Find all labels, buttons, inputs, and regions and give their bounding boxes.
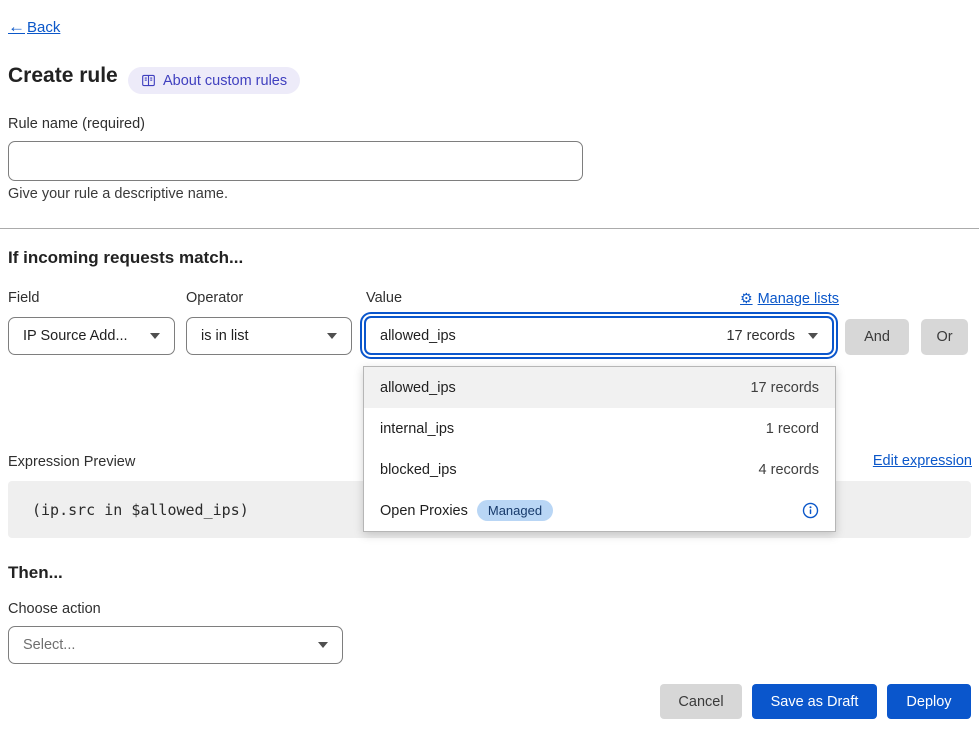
value-select-records: 17 records	[726, 328, 795, 344]
expression-code: (ip.src in $allowed_ips)	[32, 501, 249, 519]
chevron-down-icon	[808, 333, 818, 339]
list-item-blocked-ips[interactable]: blocked_ips 4 records	[364, 449, 835, 490]
list-item-name: internal_ips	[380, 421, 454, 437]
list-item-records: 4 records	[759, 462, 819, 478]
manage-lists-label: Manage lists	[758, 291, 839, 307]
manage-lists-link[interactable]: ⚙ Manage lists	[740, 290, 839, 307]
list-item-internal-ips[interactable]: internal_ips 1 record	[364, 408, 835, 449]
expression-preview-label: Expression Preview	[8, 454, 135, 470]
list-item-name: Open Proxies	[380, 503, 468, 519]
book-icon	[141, 73, 156, 88]
operator-select-value: is in list	[201, 328, 249, 344]
action-select[interactable]: Select...	[8, 626, 343, 664]
rule-name-label: Rule name (required)	[8, 116, 145, 132]
edit-expression-link[interactable]: Edit expression	[873, 453, 972, 469]
cancel-button[interactable]: Cancel	[660, 684, 742, 719]
info-icon[interactable]	[802, 502, 819, 519]
section-divider	[0, 228, 979, 229]
chevron-down-icon	[327, 333, 337, 339]
operator-select[interactable]: is in list	[186, 317, 352, 355]
rule-name-input[interactable]	[8, 141, 583, 181]
list-item-allowed-ips[interactable]: allowed_ips 17 records	[364, 367, 835, 408]
value-select-value: allowed_ips	[380, 328, 456, 344]
field-select[interactable]: IP Source Add...	[8, 317, 175, 355]
and-button[interactable]: And	[845, 319, 909, 355]
list-item-name: blocked_ips	[380, 462, 457, 478]
list-item-records: 17 records	[750, 380, 819, 396]
deploy-button[interactable]: Deploy	[887, 684, 971, 719]
operator-label: Operator	[186, 290, 243, 306]
create-rule-page: ← Back Create rule About custom rules Ru…	[0, 0, 979, 739]
or-button[interactable]: Or	[921, 319, 968, 355]
list-dropdown-panel: allowed_ips 17 records internal_ips 1 re…	[363, 366, 836, 532]
chevron-down-icon	[318, 642, 328, 648]
field-select-value: IP Source Add...	[23, 328, 128, 344]
field-label: Field	[8, 290, 39, 306]
match-section-heading: If incoming requests match...	[8, 248, 243, 268]
action-select-placeholder: Select...	[23, 637, 75, 653]
page-title: Create rule	[8, 64, 118, 88]
back-link[interactable]: ← Back	[8, 17, 60, 37]
list-item-records: 1 record	[766, 421, 819, 437]
managed-badge: Managed	[477, 500, 553, 521]
back-arrow-icon: ←	[8, 17, 25, 37]
about-badge-label: About custom rules	[163, 73, 287, 89]
rule-name-helper: Give your rule a descriptive name.	[8, 186, 228, 202]
list-item-name: allowed_ips	[380, 380, 456, 396]
list-item-open-proxies[interactable]: Open Proxies Managed	[364, 490, 835, 531]
then-section-heading: Then...	[8, 563, 63, 583]
about-custom-rules-link[interactable]: About custom rules	[128, 67, 300, 94]
value-select[interactable]: allowed_ips 17 records	[364, 316, 834, 355]
chevron-down-icon	[150, 333, 160, 339]
value-label: Value	[366, 290, 402, 306]
save-as-draft-button[interactable]: Save as Draft	[752, 684, 877, 719]
gear-icon: ⚙	[740, 290, 753, 307]
choose-action-label: Choose action	[8, 601, 101, 617]
back-label: Back	[27, 19, 60, 36]
